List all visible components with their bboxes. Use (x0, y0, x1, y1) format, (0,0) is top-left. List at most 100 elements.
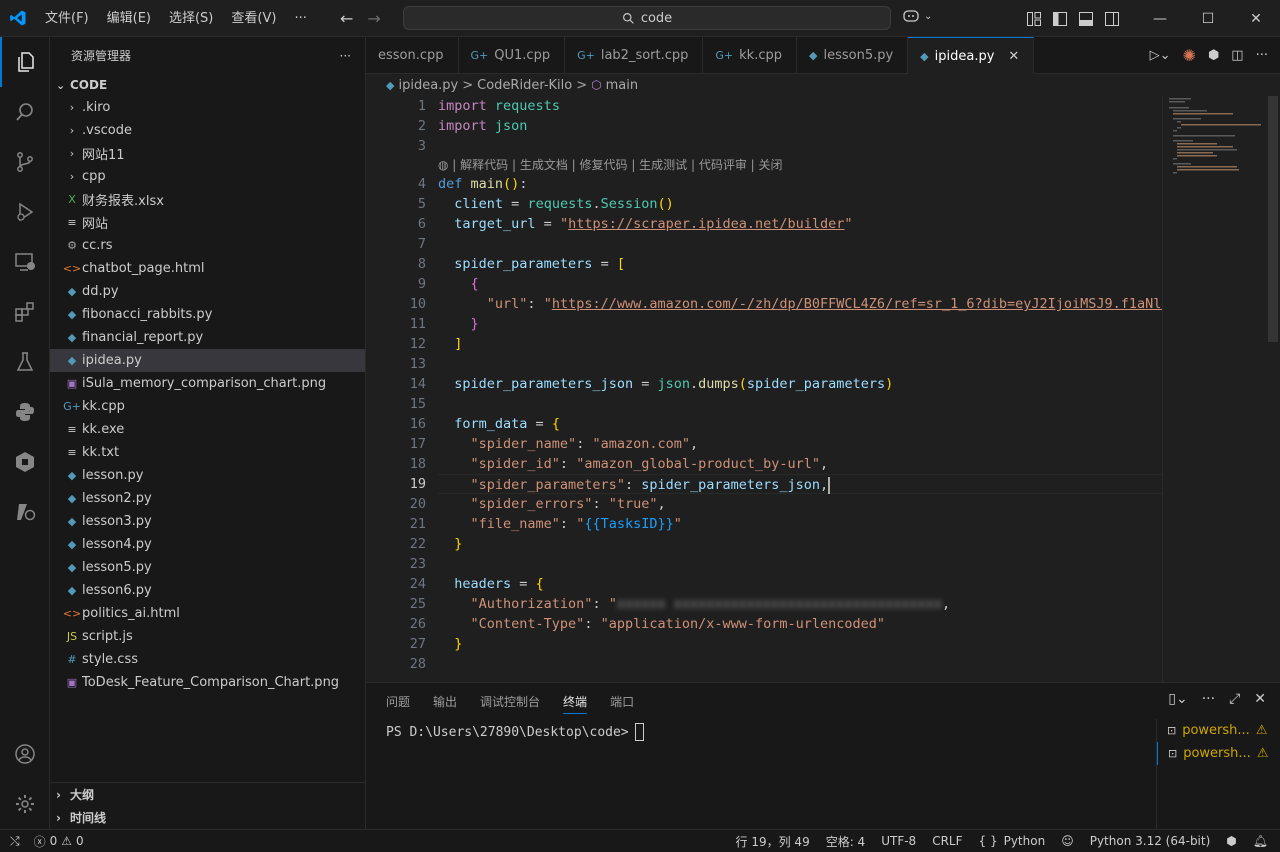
code-line[interactable]: import json (438, 116, 1162, 136)
workspace-folder-header[interactable]: ⌄ CODE (50, 74, 365, 96)
code-line[interactable] (438, 394, 1162, 414)
panel-tab[interactable]: 调试控制台 (480, 693, 540, 710)
kilo-extension-icon[interactable] (0, 437, 50, 487)
code-line[interactable]: "url": "https://www.amazon.com/-/zh/dp/B… (438, 294, 1162, 314)
testing-icon[interactable] (0, 337, 50, 387)
file-tree-item[interactable]: › .vscode (50, 119, 365, 142)
split-terminal-icon[interactable]: ▯⌄ (1168, 691, 1187, 707)
run-debug-icon[interactable] (0, 187, 50, 237)
code-lines[interactable]: import requests import json ◍ | 解释代码 | 生成文… (438, 96, 1162, 674)
split-editor-icon[interactable]: ◫ (1231, 48, 1243, 63)
terminal-instance[interactable]: ⊡ powersh... ⚠ (1157, 719, 1280, 742)
copilot-status-icon[interactable]: ☺ (1061, 834, 1074, 848)
file-tree-item[interactable]: <> chatbot_page.html (50, 257, 365, 280)
file-tree-item[interactable]: › .kiro (50, 96, 365, 119)
file-tree-item[interactable]: ◆ lesson6.py (50, 579, 365, 602)
file-tree-item[interactable]: # style.css (50, 648, 365, 671)
code-line[interactable] (438, 136, 1162, 156)
code-line[interactable]: } (438, 534, 1162, 554)
code-lens-actions[interactable]: ◍ | 解释代码 | 生成文档 | 修复代码 | 生成测试 | 代码评审 | 关… (438, 156, 1162, 174)
code-line[interactable]: ] (438, 334, 1162, 354)
close-icon[interactable]: ✕ (1232, 0, 1280, 37)
copilot-button[interactable]: ⌄ (902, 8, 932, 24)
file-tree-item[interactable]: ◆ ipidea.py (50, 349, 365, 372)
close-panel-icon[interactable]: ✕ (1254, 691, 1266, 707)
python-icon[interactable] (0, 387, 50, 437)
account-icon[interactable] (0, 729, 50, 779)
menu-selection[interactable]: 选择(S) (160, 0, 222, 37)
command-center-search[interactable]: code (403, 6, 891, 30)
explorer-icon[interactable] (0, 37, 50, 87)
run-python-icon[interactable]: ▷⌄ (1150, 48, 1171, 63)
code-line[interactable]: "Authorization": "xxxxxx xxxxxxxxxxxxxxx… (438, 594, 1162, 614)
editor-tab[interactable]: G+ kk.cpp (703, 37, 797, 74)
file-tree-item[interactable]: ◆ lesson3.py (50, 510, 365, 533)
end-of-line[interactable]: CRLF (932, 834, 962, 848)
close-tab-icon[interactable]: ✕ (1008, 49, 1019, 64)
code-line[interactable]: "spider_parameters": spider_parameters_j… (438, 474, 1162, 494)
timeline-section[interactable]: › 时间线 (50, 806, 366, 829)
scrollbar-thumb[interactable] (1268, 96, 1278, 342)
code-line[interactable]: form_data = { (438, 414, 1162, 434)
more-actions-icon[interactable]: ··· (1256, 48, 1268, 63)
code-line[interactable]: spider_parameters_json = json.dumps(spid… (438, 374, 1162, 394)
file-tree-item[interactable]: G+ kk.cpp (50, 395, 365, 418)
code-line[interactable] (438, 554, 1162, 574)
menu-edit[interactable]: 编辑(E) (98, 0, 160, 37)
python-interpreter[interactable]: Python 3.12 (64-bit) (1090, 834, 1211, 848)
code-line[interactable]: { (438, 274, 1162, 294)
file-tree-item[interactable]: › cpp (50, 165, 365, 188)
menu-view[interactable]: 查看(V) (222, 0, 285, 37)
breadcrumb-symbol[interactable]: main (606, 78, 638, 93)
panel-tab[interactable]: 终端 (563, 693, 588, 714)
file-tree-item[interactable]: ⚙ cc.rs (50, 234, 365, 257)
code-line[interactable]: "spider_name": "amazon.com", (438, 434, 1162, 454)
problems-indicator[interactable]: ⓧ 0 ⚠ 0 (34, 833, 84, 850)
customize-layout-icon[interactable] (1026, 11, 1042, 27)
coderider-extension-icon[interactable] (0, 487, 50, 537)
code-line[interactable]: target_url = "https://scraper.ipidea.net… (438, 214, 1162, 234)
extensions-icon[interactable] (0, 287, 50, 337)
source-control-icon[interactable] (0, 137, 50, 187)
terminal-instance[interactable]: ⊡ powersh... ⚠ (1157, 742, 1280, 765)
minimap[interactable] (1162, 96, 1266, 682)
code-line[interactable]: def main(): (438, 174, 1162, 194)
file-tree-item[interactable]: ◆ dd.py (50, 280, 365, 303)
code-line[interactable]: } (438, 314, 1162, 334)
back-arrow-icon[interactable]: ← (340, 9, 353, 28)
code-line[interactable]: headers = { (438, 574, 1162, 594)
file-tree-item[interactable]: › 网站11 (50, 142, 365, 165)
file-tree-item[interactable]: ◆ fibonacci_rabbits.py (50, 303, 365, 326)
file-tree-item[interactable]: ◆ lesson5.py (50, 556, 365, 579)
editor-scrollbar[interactable] (1266, 96, 1280, 682)
claude-icon[interactable]: ✺ (1183, 46, 1196, 65)
terminal-output[interactable]: PS D:\Users\27890\Desktop\code> (386, 723, 644, 741)
file-tree-item[interactable]: ≡ kk.exe (50, 418, 365, 441)
toggle-panel-icon[interactable] (1078, 11, 1094, 27)
code-line[interactable]: "Content-Type": "application/x-www-form-… (438, 614, 1162, 634)
breadcrumb-file[interactable]: ipidea.py (398, 78, 458, 93)
kilo-icon[interactable]: ⬢ (1208, 48, 1219, 63)
code-line[interactable]: client = requests.Session() (438, 194, 1162, 214)
editor-tab[interactable]: ◆ lesson5.py (797, 37, 909, 74)
minimize-icon[interactable]: — (1136, 0, 1184, 37)
code-line[interactable] (438, 654, 1162, 674)
code-line[interactable]: spider_parameters = [ (438, 254, 1162, 274)
kilo-status-icon[interactable]: ⬢ (1226, 834, 1236, 848)
file-tree-item[interactable]: ◆ financial_report.py (50, 326, 365, 349)
forward-arrow-icon[interactable]: → (367, 9, 380, 28)
search-icon[interactable] (0, 87, 50, 137)
file-tree-item[interactable]: X 财务报表.xlsx (50, 188, 365, 211)
remote-explorer-icon[interactable] (0, 237, 50, 287)
indentation[interactable]: 空格: 4 (826, 833, 866, 850)
file-tree-item[interactable]: ▣ iSula_memory_comparison_chart.png (50, 372, 365, 395)
panel-tab[interactable]: 端口 (610, 693, 634, 710)
file-tree-item[interactable]: ◆ lesson2.py (50, 487, 365, 510)
panel-tab[interactable]: 输出 (433, 693, 457, 710)
breadcrumb-folder[interactable]: CodeRider-Kilo (477, 78, 572, 93)
menu-more[interactable]: ··· (285, 0, 315, 37)
code-line[interactable]: import requests (438, 96, 1162, 116)
file-tree-item[interactable]: ≡ 网站 (50, 211, 365, 234)
file-tree-item[interactable]: ◆ lesson4.py (50, 533, 365, 556)
file-tree-item[interactable]: <> politics_ai.html (50, 602, 365, 625)
